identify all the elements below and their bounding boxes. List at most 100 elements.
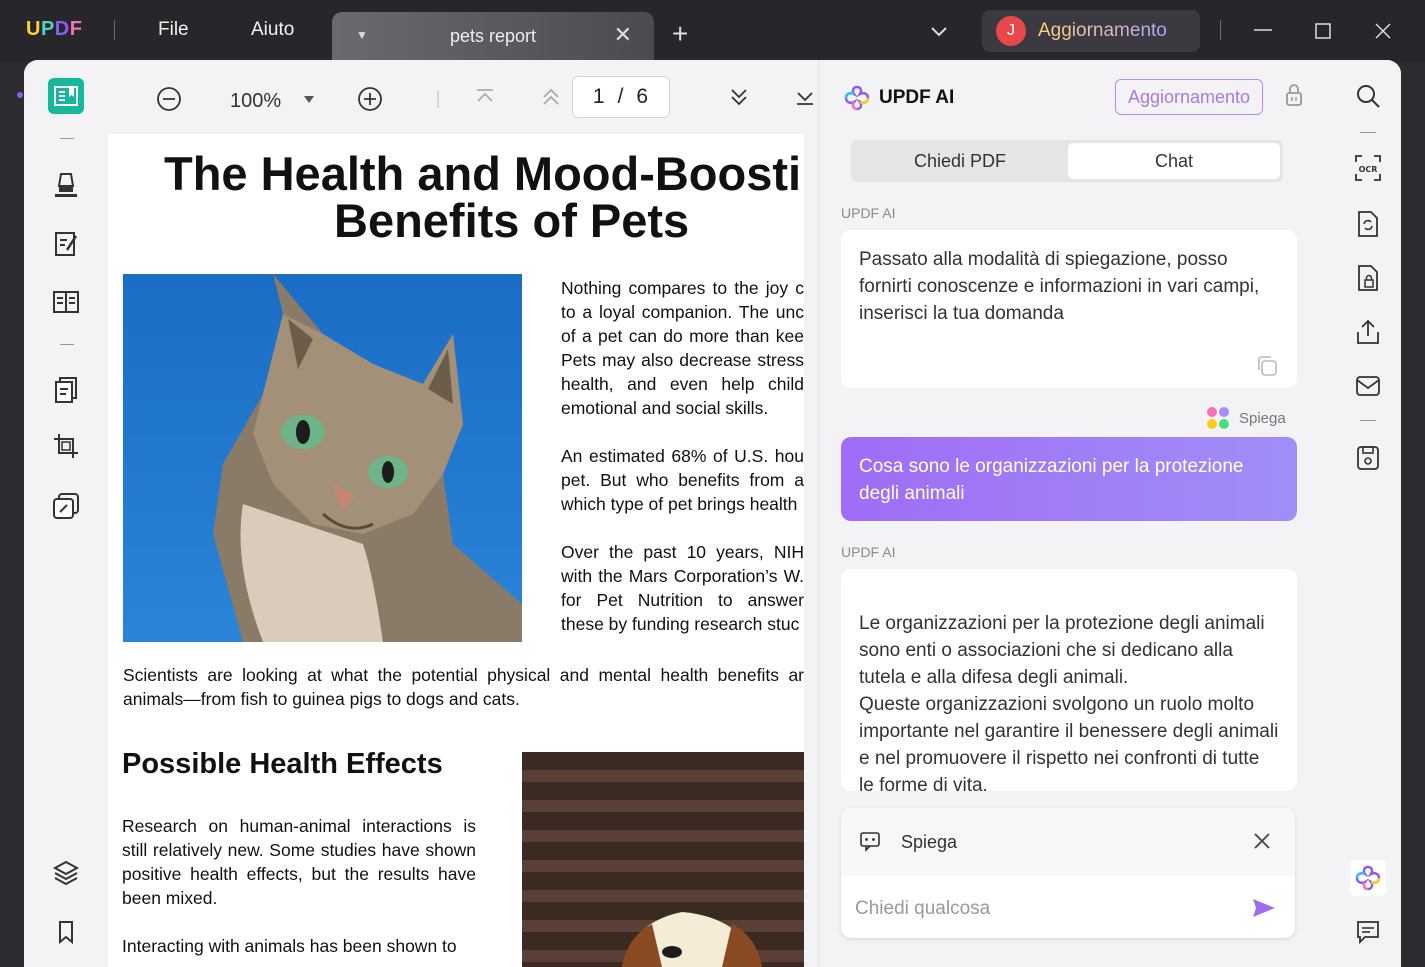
user-message-text: Cosa sono le organizzazioni per la prote…: [859, 456, 1244, 504]
reader-icon[interactable]: [48, 78, 84, 114]
paragraph-scientists: Scientists are looking at what the poten…: [123, 665, 804, 709]
upgrade-pill[interactable]: J Aggiornamento: [982, 10, 1200, 52]
convert-icon[interactable]: [1352, 208, 1384, 240]
title-divider: [1220, 20, 1221, 40]
ai-message-text: Passato alla modalità di spiegazione, po…: [859, 249, 1260, 324]
next-page-icon[interactable]: [728, 86, 750, 113]
ai-upgrade-button[interactable]: Aggiornamento: [1115, 79, 1263, 115]
zoom-in-icon[interactable]: [357, 86, 383, 117]
protect-icon[interactable]: [48, 488, 84, 524]
chat-input-box: Spiega: [841, 808, 1295, 938]
document-scrollbar[interactable]: [804, 134, 818, 967]
tab-title: pets report: [450, 26, 537, 46]
organize-pages-icon[interactable]: [48, 284, 84, 320]
protect-file-icon[interactable]: [1352, 262, 1384, 294]
tab-chat[interactable]: Chat: [1068, 143, 1280, 179]
rail-divider: [1360, 420, 1376, 421]
menu-file[interactable]: File: [158, 19, 189, 41]
paragraph-estimate: An estimated 68% of U.S. hou pet. But wh…: [561, 446, 804, 514]
title-line-2: Benefits of Pets: [334, 194, 690, 247]
current-page[interactable]: 1: [593, 85, 606, 108]
zoom-level[interactable]: 100%: [230, 90, 281, 113]
chat-input[interactable]: [855, 894, 1235, 924]
document-toolbar: 100% 1 / 6: [108, 60, 818, 134]
document-area: 100% 1 / 6 The Health and Mood-Boostin Ben…: [108, 60, 818, 967]
total-pages: 6: [636, 85, 650, 108]
lock-icon[interactable]: [1283, 82, 1305, 113]
updf-logo: UPDF: [26, 18, 83, 40]
comment-icon[interactable]: [1352, 916, 1384, 948]
search-icon[interactable]: [1352, 80, 1384, 112]
ai-answer-text: Le organizzazioni per la protezione degl…: [859, 613, 1279, 791]
tab-dropdown-icon[interactable]: ▼: [356, 28, 368, 42]
ai-message-bubble: Passato alla modalità di spiegazione, po…: [841, 230, 1297, 388]
cat-photo: [123, 274, 522, 642]
send-icon[interactable]: [1251, 896, 1277, 925]
pdf-page: The Health and Mood-Boostin Benefits of …: [108, 134, 804, 967]
rail-divider: [60, 138, 74, 139]
ai-mode-tabs: Chiedi PDF Chat: [851, 140, 1283, 182]
paragraph-intro: Nothing compares to the joy c to a loyal…: [561, 278, 804, 418]
page-tools-icon[interactable]: [48, 372, 84, 408]
crop-icon[interactable]: [48, 428, 84, 464]
tab-ask-pdf[interactable]: Chiedi PDF: [854, 143, 1066, 179]
new-tab-button[interactable]: +: [672, 20, 688, 48]
ocr-icon[interactable]: OCR: [1352, 152, 1384, 184]
page-separator: /: [617, 85, 625, 108]
previous-page-icon[interactable]: [540, 86, 562, 113]
explain-icon: [859, 830, 881, 857]
section-heading: Possible Health Effects: [122, 748, 443, 780]
close-mode-icon[interactable]: [1251, 830, 1273, 857]
title-divider: [114, 20, 115, 40]
menu-help[interactable]: Aiuto: [251, 19, 294, 41]
zoom-dropdown-icon[interactable]: [302, 92, 316, 110]
close-window-icon[interactable]: [1368, 16, 1398, 46]
main-window: 100% 1 / 6 The Health and Mood-Boostin Ben…: [24, 60, 1401, 967]
upgrade-label: Aggiornamento: [1038, 20, 1167, 41]
maximize-icon[interactable]: [1308, 16, 1338, 46]
rail-divider: [1360, 132, 1376, 133]
chevron-down-icon[interactable]: [928, 20, 950, 47]
title-line-1: The Health and Mood-Boostin: [164, 147, 804, 200]
updf-ai-icon[interactable]: [1350, 860, 1386, 896]
highlighter-icon[interactable]: [48, 166, 84, 202]
last-page-icon[interactable]: [794, 86, 816, 113]
bookmark-icon[interactable]: [48, 914, 84, 950]
layers-icon[interactable]: [48, 854, 84, 890]
user-avatar[interactable]: J: [996, 16, 1026, 46]
zoom-out-icon[interactable]: [156, 86, 182, 117]
save-icon[interactable]: [1352, 442, 1384, 474]
document-tab[interactable]: ▼ pets report ✕: [332, 12, 654, 62]
close-tab-icon[interactable]: ✕: [614, 22, 632, 48]
ai-panel-title: UPDF AI: [879, 87, 955, 108]
svg-text:OCR: OCR: [1359, 165, 1378, 174]
updf-ai-logo-icon: [843, 84, 871, 117]
share-icon[interactable]: [1352, 316, 1384, 348]
paragraph-research: Over the past 10 years, NIH with the Mar…: [561, 542, 804, 634]
ai-panel: UPDF AI Aggiornamento Chiedi PDF Chat UP…: [818, 60, 1334, 967]
sender-label: UPDF AI: [841, 205, 896, 221]
paragraph-interacting: Interacting with animals has been shown …: [122, 936, 457, 956]
edit-pdf-icon[interactable]: [48, 226, 84, 262]
paragraph-health-effects: Research on human-animal interactions is…: [122, 816, 476, 908]
user-message-bubble: Cosa sono le organizzazioni per la prote…: [841, 437, 1297, 521]
sender-label: UPDF AI: [841, 544, 896, 560]
copy-icon[interactable]: [1255, 354, 1279, 386]
explain-mode-icon: [1207, 407, 1229, 429]
minimize-icon[interactable]: [1248, 16, 1278, 46]
mode-tag: Spiega: [1207, 407, 1286, 429]
input-mode-bar: Spiega: [841, 808, 1295, 876]
input-mode-label: Spiega: [901, 832, 958, 852]
left-toolbar: [24, 60, 108, 967]
title-bar: UPDF File Aiuto ▼ pets report ✕ + J Aggi…: [0, 0, 1425, 62]
indicator-dot: [17, 92, 23, 98]
document-title: The Health and Mood-Boostin Benefits of …: [108, 150, 804, 244]
ai-answer-bubble: Le organizzazioni per la protezione degl…: [841, 569, 1297, 791]
mail-icon[interactable]: [1352, 370, 1384, 402]
mode-tag-label: Spiega: [1239, 409, 1286, 427]
right-toolbar: OCR: [1334, 60, 1401, 967]
first-page-icon[interactable]: [474, 86, 496, 113]
dog-photo: [522, 752, 804, 967]
toolbar-divider: [436, 90, 440, 113]
page-indicator[interactable]: 1 / 6: [572, 76, 670, 118]
